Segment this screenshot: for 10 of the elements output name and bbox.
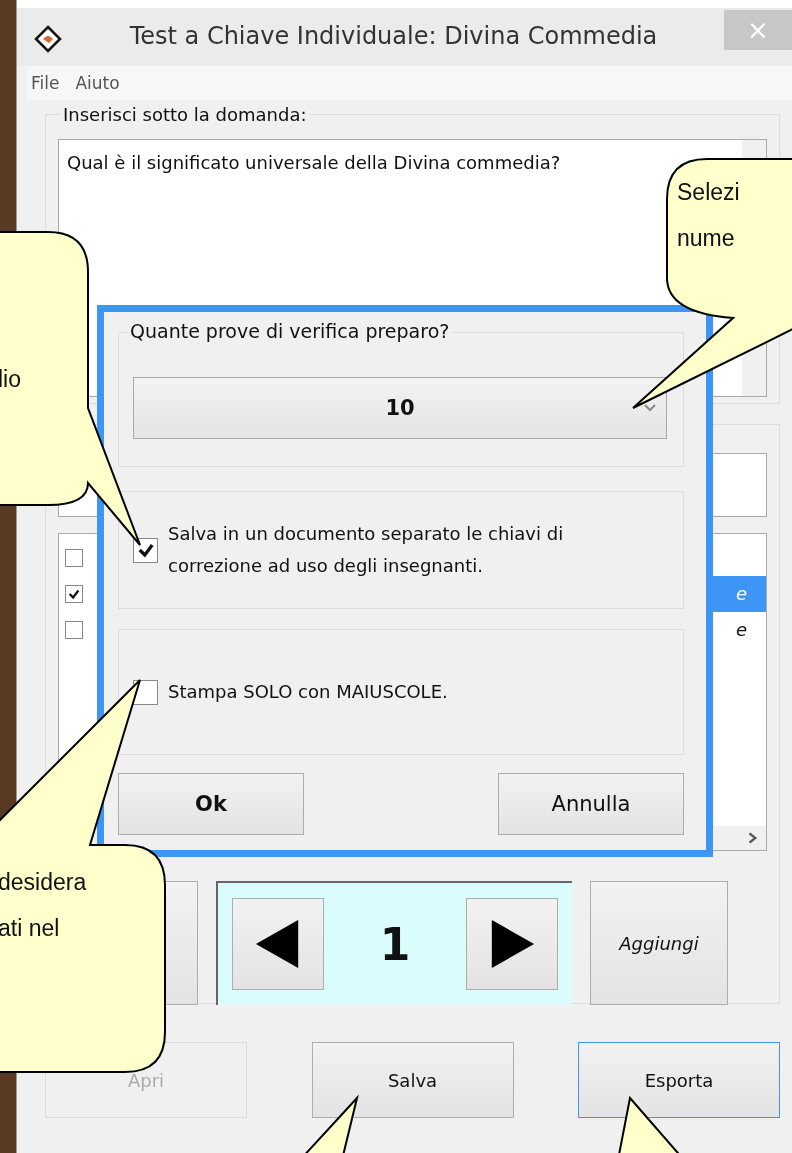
window-title: Test a Chiave Individuale: Divina Commedia (128, 22, 659, 50)
checkbox-label: Stampa SOLO con MAIUSCOLE. (168, 680, 449, 704)
page-number: 1 (379, 918, 411, 970)
callout-text: nume (677, 224, 736, 253)
callout-text: Selezi (677, 178, 740, 207)
answer-text: e (735, 618, 749, 642)
answer-text: e (735, 582, 749, 606)
checkbox-label: Salva in un documento separato le chiavi di correzione ad uso degli insegnanti. (168, 522, 565, 578)
group-legend: Quante prove di verifica preparo? (127, 320, 453, 342)
callout-text: lio (0, 365, 21, 394)
